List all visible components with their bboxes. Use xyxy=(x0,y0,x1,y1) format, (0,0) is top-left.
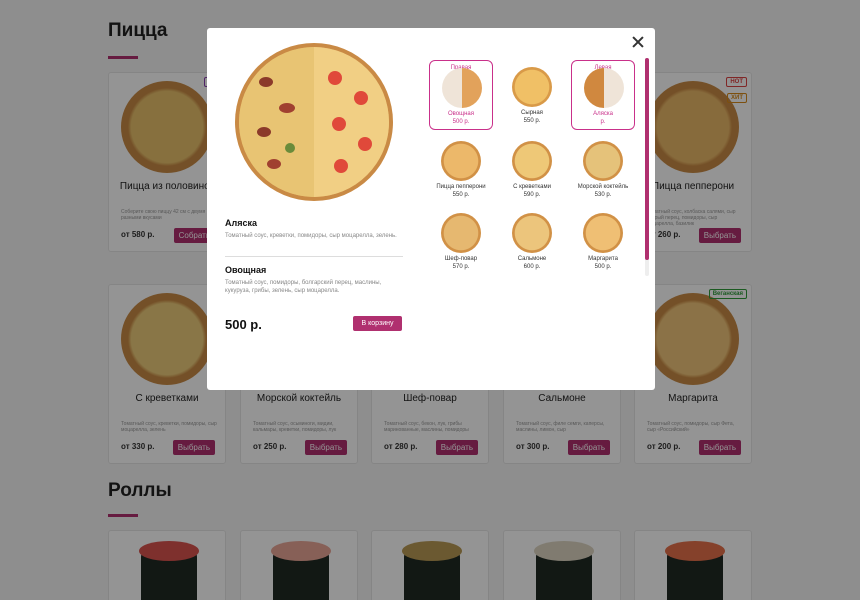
option-name: Овощная xyxy=(448,111,474,117)
option-name: Аляска xyxy=(593,111,613,117)
option-name: Маргарита xyxy=(588,256,618,262)
option-price: 500 р. xyxy=(452,119,470,125)
pizza-thumbnail xyxy=(442,68,482,108)
option-syrnaya[interactable]: Сырная 550 р. xyxy=(500,60,564,130)
option-pepperoni[interactable]: Пицца пепперони 550 р. xyxy=(429,134,493,204)
pizza-thumbnail xyxy=(512,67,552,107)
right-half-title: Овощная xyxy=(225,265,267,275)
option-price: 550 р. xyxy=(523,118,541,124)
option-name: Морской коктейль xyxy=(577,184,629,190)
combined-pizza-image xyxy=(235,43,393,201)
half-pizza-modal: Аляска Томатный соус, креветки, помидоры… xyxy=(207,28,655,390)
left-half-description: Томатный соус, креветки, помидоры, сыр м… xyxy=(225,233,397,239)
option-name: Шеф-повар xyxy=(444,256,478,262)
option-name: Сырная xyxy=(521,110,543,116)
pizza-thumbnail xyxy=(441,213,481,253)
option-price: 570 р. xyxy=(452,264,470,270)
option-price: 500 р. xyxy=(594,264,612,270)
pizza-thumbnail xyxy=(441,141,481,181)
right-half-vegetable xyxy=(314,47,389,197)
add-to-cart-button[interactable]: В корзину xyxy=(353,316,402,331)
option-price: 550 р. xyxy=(452,192,470,198)
option-name: Сальмоне xyxy=(517,256,547,262)
left-half-title: Аляска xyxy=(225,218,257,228)
left-half-alaska xyxy=(239,47,314,197)
pizza-thumbnail xyxy=(512,141,552,181)
option-price: 530 р. xyxy=(594,192,612,198)
pizza-options-grid: Правая Овощная 500 р. Сырная 550 р. Лева… xyxy=(427,58,639,298)
option-price: р. xyxy=(600,119,606,125)
option-morskoy-kokteyl[interactable]: Морской коктейль 530 р. xyxy=(571,134,635,204)
option-name: Пицца пепперони xyxy=(436,184,486,190)
option-price: 590 р. xyxy=(523,192,541,198)
option-margarita[interactable]: Маргарита 500 р. xyxy=(571,206,635,276)
pizza-thumbnail xyxy=(583,141,623,181)
option-s-krevetkami[interactable]: С креветками 590 р. xyxy=(500,134,564,204)
total-price: 500 р. xyxy=(225,317,262,332)
right-half-description: Томатный соус, помидоры, болгарский пере… xyxy=(225,280,382,294)
pizza-thumbnail xyxy=(584,68,624,108)
option-ovoshchnaya[interactable]: Правая Овощная 500 р. xyxy=(429,60,493,130)
scrollbar-thumb[interactable] xyxy=(645,58,649,260)
option-name: С креветками xyxy=(513,184,551,190)
option-shef-povar[interactable]: Шеф-повар 570 р. xyxy=(429,206,493,276)
divider xyxy=(225,256,403,257)
close-icon[interactable] xyxy=(631,35,645,49)
options-scrollbar[interactable] xyxy=(645,58,649,276)
option-salmone[interactable]: Сальмоне 600 р. xyxy=(500,206,564,276)
option-alyaska[interactable]: Левая Аляска р. xyxy=(571,60,635,130)
pizza-thumbnail xyxy=(583,213,623,253)
option-price: 600 р. xyxy=(523,264,541,270)
pizza-thumbnail xyxy=(512,213,552,253)
